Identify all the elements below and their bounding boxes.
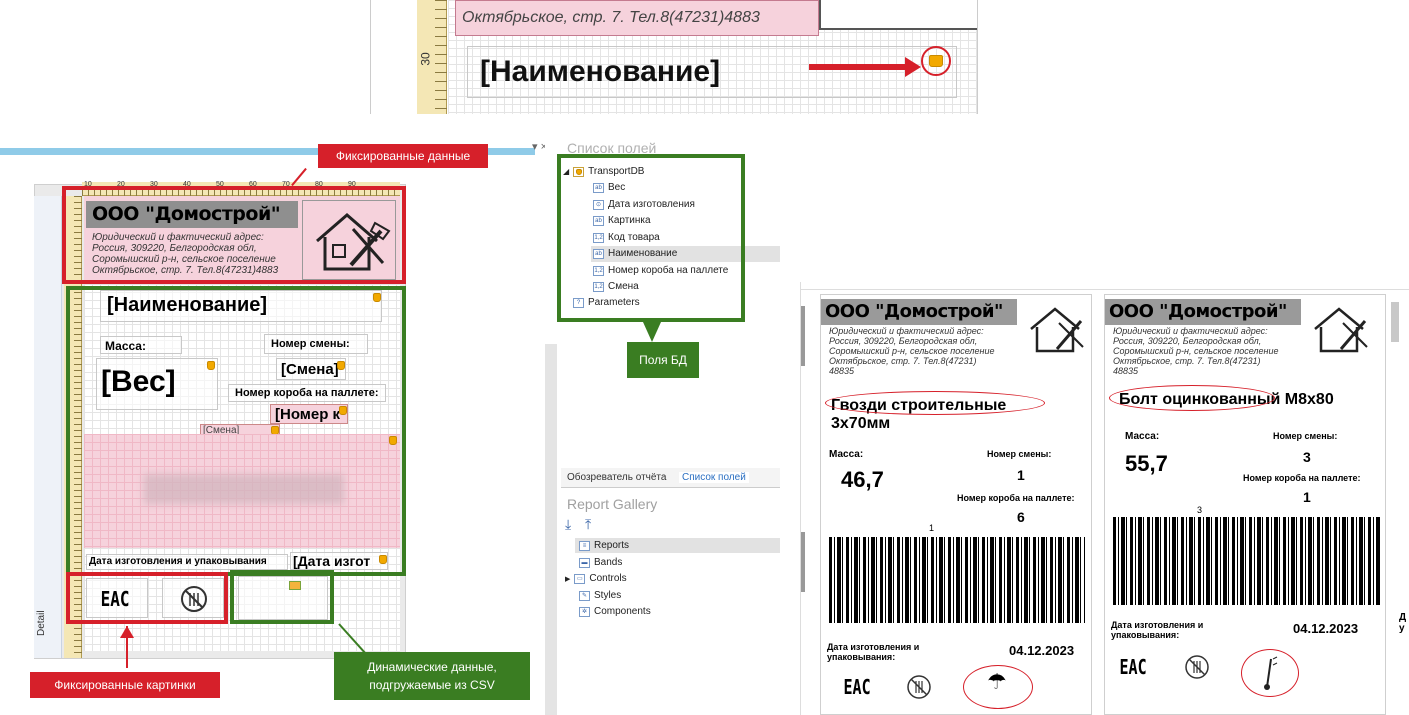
controls-icon: ▭ <box>574 573 586 584</box>
eac-logo: ЕАС <box>843 675 871 699</box>
fixed-data-frame <box>62 186 406 284</box>
product-line: 3х70мм <box>831 414 891 432</box>
explorer-item-label: Components <box>594 606 651 617</box>
box-value: 1 <box>1303 489 1311 505</box>
date-value: 04.12.2023 <box>1009 643 1075 658</box>
db-fields-list-frame <box>557 154 745 322</box>
date-label: Дата изготовления и упаковывания: <box>827 642 919 663</box>
preview-company-text: ООО "Домострой" <box>825 301 1003 322</box>
dynamic-data-frame <box>230 570 334 624</box>
thermometer-icon <box>1264 656 1278 690</box>
zoom-ruler-mark: 30 <box>418 52 433 66</box>
eac-logo: ЕАС <box>1119 655 1147 679</box>
detail-band-label: Detail <box>36 610 47 636</box>
date-label: Дата изготовления и упаковывания: <box>1111 620 1203 641</box>
zoom-name-field: [Наименование] <box>480 55 721 88</box>
address-line: 48835 <box>1113 365 1139 376</box>
explorer-item-label: Controls <box>589 573 627 584</box>
explorer-item-label: Styles <box>594 590 622 601</box>
address-line: Октябрьское, стр. 7. Тел.8(47231) <box>829 355 977 366</box>
components-icon: ✲ <box>579 606 590 617</box>
box-value: 6 <box>1017 509 1025 525</box>
preview-company: ООО "Домострой" <box>1105 299 1301 325</box>
expand-arrow-icon: ▶ <box>565 575 571 583</box>
barcode-top-number: 3 <box>1197 505 1203 515</box>
date-label-line: упаковывания: <box>1111 629 1180 640</box>
explorer-item-label: Bands <box>594 557 623 568</box>
screenshot-root: 30 Октябрьское, стр. 7. Тел.8(47231)4883… <box>0 0 1409 715</box>
zoom-address-box: Октябрьское, стр. 7. Тел.8(47231)4883 <box>455 0 819 36</box>
explorer-item[interactable]: ✎ Styles <box>579 590 621 601</box>
dynamic-data-callout: Динамические данные, подгружаемые из CSV <box>334 652 530 700</box>
db-fields-callout: Поля БД <box>627 342 699 378</box>
date-value: 04.12.2023 <box>1293 621 1359 636</box>
date-label-line: упаковывания: <box>827 651 896 662</box>
zoom-arrow-head <box>905 57 921 77</box>
zoom-name-box: [Наименование] <box>467 46 957 98</box>
shift-value: 3 <box>1303 449 1311 465</box>
preview-address: Юридический и фактический адрес: Россия,… <box>1113 326 1309 376</box>
address-line: Октябрьское, стр. 7. Тел.8(47231) <box>1113 355 1261 366</box>
reports-icon: ≡ <box>579 540 590 551</box>
box-label: Номер короба на паллете: <box>1243 473 1361 483</box>
fixed-images-callout: Фиксированные картинки <box>30 672 220 698</box>
house-logo-icon <box>1030 307 1084 353</box>
shift-label: Номер смены: <box>1273 431 1338 441</box>
shift-label: Номер смены: <box>987 449 1052 459</box>
mass-label: Масса: <box>829 449 864 460</box>
product-highlight <box>825 391 1045 415</box>
detail-band-tab[interactable]: Detail <box>34 196 62 658</box>
barcode <box>829 537 1085 623</box>
styles-icon: ✎ <box>579 590 590 601</box>
zoom-address-line: Октябрьское, стр. 7. Тел.8(47231)4883 <box>462 9 760 26</box>
house-logo-icon <box>1314 307 1368 353</box>
umbrella-icon: ☂ <box>987 669 1007 694</box>
database-icon <box>929 55 943 67</box>
upload-icon[interactable]: ⤒ <box>585 516 591 533</box>
bands-icon: ▬ <box>579 557 590 568</box>
db-fields-frame <box>66 286 406 576</box>
preview-label-2: ООО "Домострой" Юридический и фактически… <box>1104 294 1386 715</box>
explorer-item-label: Reports <box>594 540 630 551</box>
field-list-panel: Список полей ◢ TransportDB ab Вес ⊙ Дата… <box>545 138 780 715</box>
mass-value: 46,7 <box>841 467 884 492</box>
no-fork-icon <box>907 675 931 699</box>
dynamic-data-line: подгружаемые из CSV <box>369 678 495 692</box>
mass-value: 55,7 <box>1125 451 1168 476</box>
explorer-item[interactable]: ≡ Reports <box>579 540 629 551</box>
fixed-data-callout: Фиксированные данные <box>318 144 488 168</box>
download-icon[interactable]: ⤓ <box>565 516 571 533</box>
preview-company: ООО "Домострой" <box>821 299 1017 325</box>
address-line: 48835 <box>829 365 855 376</box>
explorer-tabs: Обозреватель отчёта Список полей <box>561 468 780 488</box>
preview-address: Юридический и фактический адрес: Россия,… <box>829 326 1025 376</box>
explorer-item[interactable]: ✲ Components <box>579 606 651 617</box>
designer-surface: Detail 10 20 30 40 50 60 70 80 90 ООО "Домострой… <box>0 156 545 715</box>
box-label: Номер короба на паллете: <box>957 493 1075 503</box>
tab-report-explorer[interactable]: Обозреватель отчёта <box>567 472 666 483</box>
zoom-ruler: 30 <box>417 0 447 114</box>
fixed-images-frame <box>66 572 228 624</box>
preview-label-1: ООО "Домострой" Юридический и фактически… <box>820 294 1092 715</box>
explorer-item[interactable]: ▬ Bands <box>579 557 622 568</box>
no-fork-icon <box>1185 655 1209 679</box>
preview-company-text: ООО "Домострой" <box>1109 301 1287 322</box>
shift-value: 1 <box>1017 467 1025 483</box>
explorer-item[interactable]: ▶ ▭ Controls <box>565 573 627 584</box>
product-highlight <box>1109 385 1275 411</box>
zoom-arrow <box>809 64 909 70</box>
zoom-logo-box <box>819 0 977 30</box>
dynamic-data-line: Динамические данные, <box>367 660 497 674</box>
barcode-top-number: 1 <box>929 523 935 533</box>
tab-field-list[interactable]: Список полей <box>679 472 749 483</box>
zoom-snippet: 30 Октябрьское, стр. 7. Тел.8(47231)4883… <box>370 0 978 114</box>
barcode <box>1113 517 1381 605</box>
mass-label: Масса: <box>1125 431 1160 442</box>
report-gallery-title: Report Gallery <box>567 496 658 512</box>
